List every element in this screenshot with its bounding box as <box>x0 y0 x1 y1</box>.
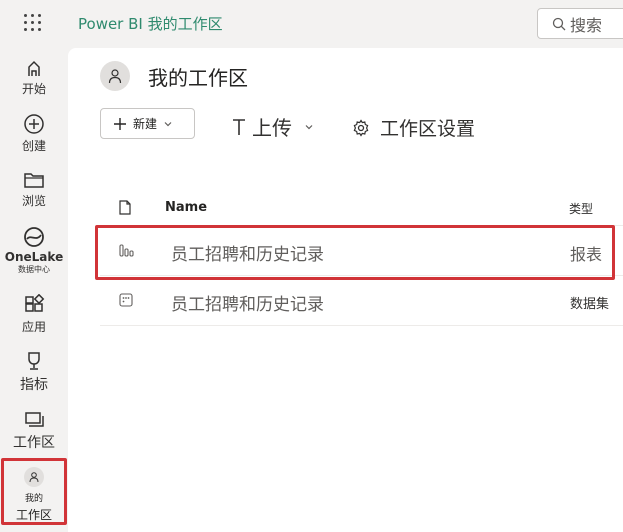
nav-onelake-label: OneLake <box>4 250 64 264</box>
dataset-icon <box>119 293 133 307</box>
main-content: 我的工作区 新建 上传 工作区设置 Name 类型 员工招聘和历史记录 报表 员… <box>68 48 623 532</box>
gear-icon <box>353 118 369 137</box>
nav-my-workspace-sublabel: 工作区 <box>15 508 52 522</box>
avatar-icon <box>24 467 44 487</box>
search-box[interactable]: 搜索 <box>537 8 623 39</box>
nav-create[interactable]: 创建 <box>0 113 68 154</box>
nav-metrics-label: 指标 <box>20 377 48 393</box>
add-circle-icon <box>24 114 44 134</box>
nav-my-workspace[interactable]: 我的 工作区 <box>1 458 67 525</box>
nav-home-label: 开始 <box>21 82 46 96</box>
person-icon <box>108 69 122 84</box>
top-bar: Power BI 我的工作区 搜索 <box>0 0 623 48</box>
report-icon <box>119 244 134 257</box>
nav-apps[interactable]: 应用 <box>0 294 68 335</box>
table-header: Name 类型 <box>100 188 623 226</box>
chevron-down-icon <box>305 124 313 129</box>
row-item-type: 数据集 <box>570 297 610 312</box>
nav-onelake-sublabel: 数据中心 <box>18 265 50 274</box>
workspace-avatar <box>100 61 130 91</box>
home-icon <box>28 60 40 76</box>
page-title: 我的工作区 <box>148 66 248 90</box>
search-placeholder: 搜索 <box>570 15 603 35</box>
column-header-name[interactable]: Name <box>165 200 207 215</box>
nav-create-label: 创建 <box>21 139 46 153</box>
new-button[interactable]: 新建 <box>100 108 195 139</box>
items-table: Name 类型 员工招聘和历史记录 报表 员工招聘和历史记录 数据集 <box>100 188 623 326</box>
plus-icon <box>114 117 126 130</box>
search-icon <box>552 17 566 30</box>
workspaces-icon <box>25 412 44 427</box>
nav-my-workspace-label: 我的 <box>24 494 43 504</box>
nav-browse-label: 浏览 <box>21 194 46 208</box>
column-header-type[interactable]: 类型 <box>569 200 593 217</box>
new-button-label: 新建 <box>133 117 158 131</box>
nav-home[interactable]: 开始 <box>0 58 68 97</box>
document-icon <box>119 200 131 215</box>
upload-button[interactable]: 上传 <box>232 112 314 141</box>
upload-button-label: 上传 <box>252 116 292 140</box>
apps-icon <box>25 294 45 312</box>
nav-workspaces-label: 工作区 <box>13 435 55 451</box>
table-row[interactable]: 员工招聘和历史记录 报表 <box>100 226 623 276</box>
workspace-settings-button[interactable]: 工作区设置 <box>352 114 475 141</box>
nav-metrics[interactable]: 指标 <box>0 350 68 394</box>
nav-browse[interactable]: 浏览 <box>0 170 68 209</box>
row-item-type: 报表 <box>570 245 603 264</box>
trophy-icon <box>28 352 40 370</box>
nav-apps-label: 应用 <box>21 320 46 334</box>
workspace-settings-label: 工作区设置 <box>380 118 476 140</box>
app-launcher-icon[interactable] <box>24 14 44 34</box>
nav-onelake[interactable]: OneLake 数据中心 <box>0 226 68 275</box>
upload-icon <box>233 118 245 135</box>
chevron-down-icon <box>164 121 172 126</box>
nav-workspaces[interactable]: 工作区 <box>0 410 68 452</box>
row-item-name[interactable]: 员工招聘和历史记录 <box>171 290 324 315</box>
onelake-icon <box>24 227 44 247</box>
row-item-name[interactable]: 员工招聘和历史记录 <box>171 240 324 265</box>
table-row[interactable]: 员工招聘和历史记录 数据集 <box>100 276 623 326</box>
folder-icon <box>24 173 44 188</box>
app-title[interactable]: Power BI 我的工作区 <box>78 13 223 34</box>
